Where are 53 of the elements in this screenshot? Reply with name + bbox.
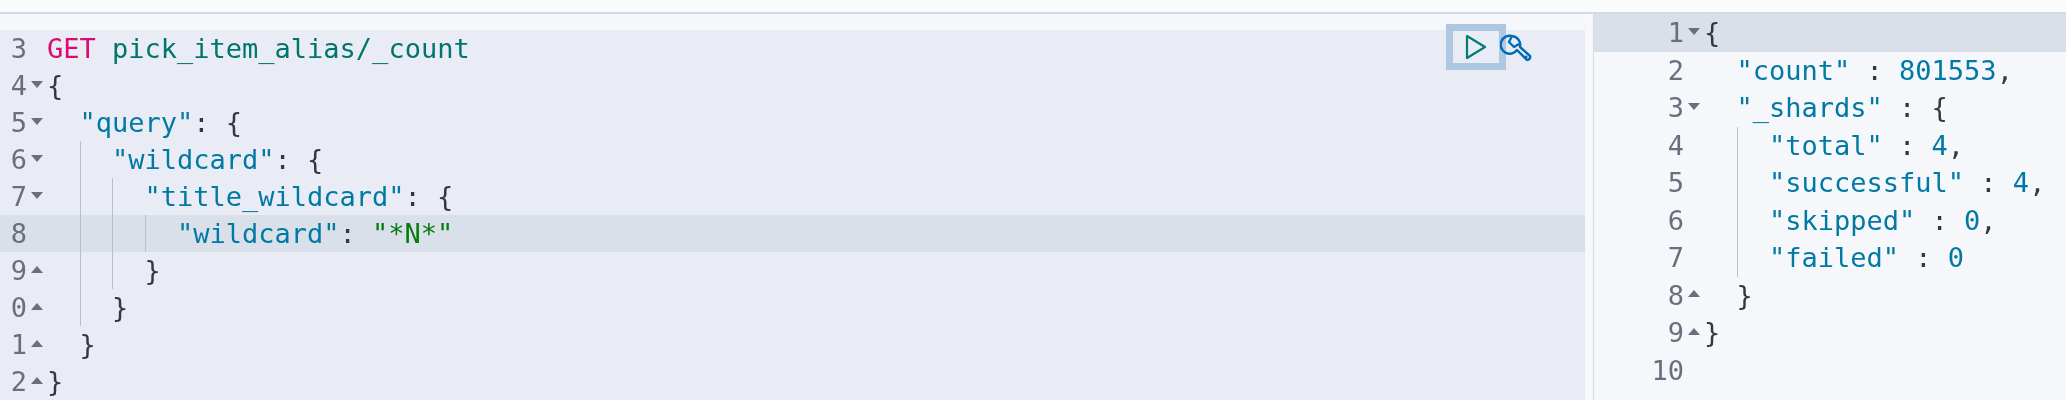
line-number: 2	[1667, 56, 1684, 84]
caret-down-icon[interactable]	[31, 154, 43, 162]
line-number: 2	[10, 368, 27, 395]
code-line: "title_wildcard": {	[144, 180, 454, 214]
code-line: }	[79, 328, 96, 362]
code-line: GET pick_item_alias/_count	[47, 32, 470, 66]
caret-up-icon[interactable]	[1688, 290, 1700, 298]
code-line: }	[112, 291, 129, 325]
code-line: "total" : 4,	[1769, 128, 1965, 163]
line-number: 5	[10, 109, 27, 136]
caret-up-icon[interactable]	[31, 302, 43, 310]
code-line: "count" : 801553,	[1736, 53, 2013, 88]
line-number: 1	[1667, 19, 1684, 47]
code-line: "failed" : 0	[1769, 241, 1965, 276]
code-line: {	[47, 69, 64, 103]
code-line: }	[144, 254, 161, 288]
code-line: }	[47, 365, 64, 399]
line-number: 10	[1651, 356, 1684, 384]
line-number: 8	[1667, 281, 1684, 309]
line-number: 7	[1667, 244, 1684, 272]
line-number: 7	[10, 183, 27, 210]
code-line: "wildcard": {	[112, 143, 324, 177]
caret-down-icon[interactable]	[1688, 102, 1700, 110]
code-line: {	[1704, 16, 1721, 51]
line-number: 3	[1667, 94, 1684, 122]
line-number: 4	[1667, 131, 1684, 159]
code-line: "successful" : 4,	[1769, 166, 2046, 201]
run-button[interactable]	[1446, 24, 1506, 70]
play-icon	[1465, 34, 1487, 60]
caret-up-icon[interactable]	[31, 376, 43, 384]
code-line: "skipped" : 0,	[1769, 203, 1997, 238]
caret-up-icon[interactable]	[31, 339, 43, 347]
line-number: 6	[1667, 206, 1684, 234]
line-number: 5	[1667, 169, 1684, 197]
line-number: 6	[10, 146, 27, 173]
caret-down-icon[interactable]	[31, 80, 43, 88]
line-number: 1	[10, 331, 27, 358]
caret-up-icon[interactable]	[1688, 327, 1700, 335]
line-number: 3	[10, 35, 27, 62]
caret-up-icon[interactable]	[31, 265, 43, 273]
caret-down-icon[interactable]	[1688, 27, 1700, 35]
line-number: 4	[10, 72, 27, 99]
line-number: 0	[10, 294, 27, 321]
caret-down-icon[interactable]	[31, 117, 43, 125]
line-number: 8	[10, 220, 27, 247]
code-line: "wildcard": "*N*"	[177, 217, 454, 251]
line-number: 9	[1667, 319, 1684, 347]
code-line: }	[1736, 278, 1753, 313]
code-line: "query": {	[79, 106, 243, 140]
code-line: "_shards" : {	[1736, 91, 1948, 126]
code-line: }	[1704, 316, 1721, 351]
caret-down-icon[interactable]	[31, 191, 43, 199]
line-number: 9	[10, 257, 27, 284]
